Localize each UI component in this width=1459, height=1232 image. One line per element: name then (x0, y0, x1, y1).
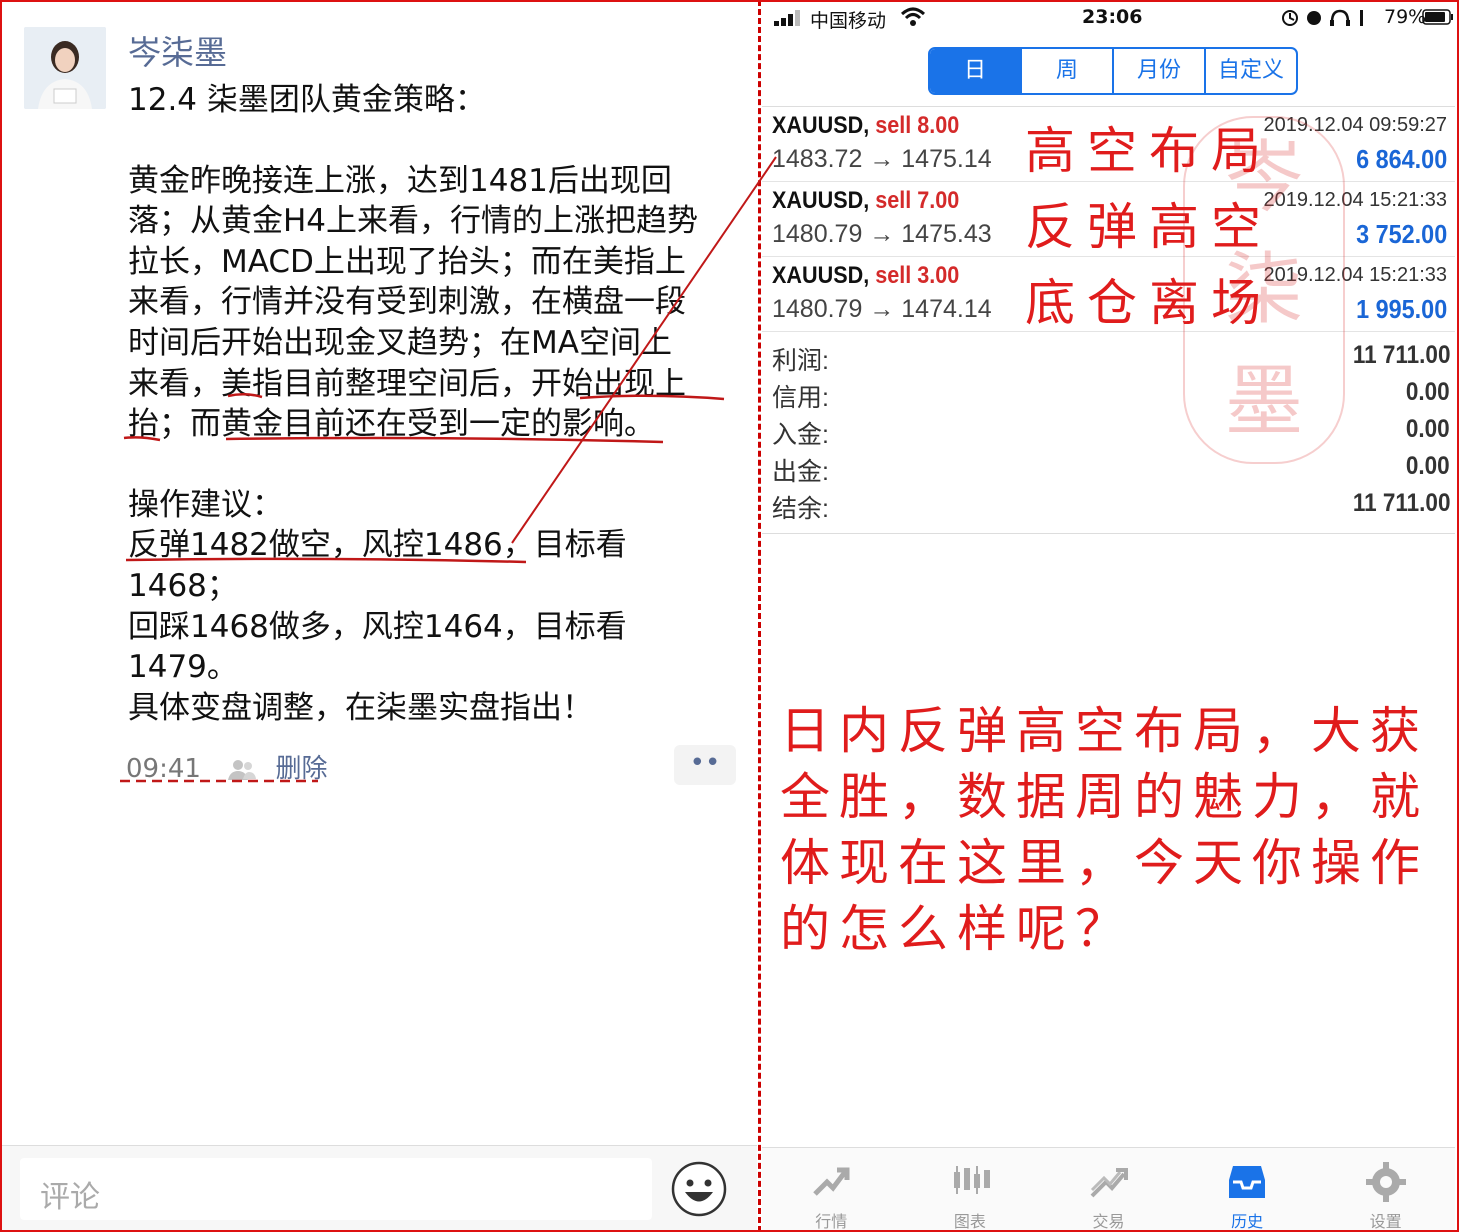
post-blank-line (128, 445, 748, 485)
post-line: 1479。 (128, 649, 238, 686)
more-button[interactable]: •• (674, 745, 736, 785)
trade-side: sell 7.00 (875, 187, 960, 214)
wifi-icon (900, 7, 926, 26)
account-summary: 利润: 11 711.00 信用: 0.00 入金: 0.00 出金: 0.00 结余: 11 7… (772, 341, 1450, 526)
comment-placeholder: 评论 (40, 1180, 100, 1215)
comment-input[interactable]: 评论 (20, 1158, 652, 1220)
trade-symbol: XAUUSD, sell 3.00 (772, 262, 959, 290)
post-line: 回踩1468做多，风控1464，目标看 (128, 608, 627, 645)
post-line: 反弹1482做空，风控1486，目标看 (128, 527, 627, 564)
summary-value: 0.00 (1406, 452, 1450, 480)
side-annotation-line: 底仓离场 (1025, 274, 1273, 332)
summary-separator (762, 533, 1455, 534)
summary-label: 结余: (772, 495, 829, 523)
avatar[interactable] (24, 27, 106, 109)
tab-label: 交易 (1092, 1212, 1125, 1231)
summary-label: 利润: (772, 347, 829, 375)
social-post-pane: 岑柒墨 12.4 柒墨团队黄金策略： 黄金昨晚接连上涨，达到1481后出现回 落；从… (0, 0, 757, 1232)
post-meta: 09:41 删除 (126, 748, 327, 785)
tab-label: 设置 (1369, 1212, 1402, 1231)
bottom-tab-bar: 行情 图表 交易 历史 设置 (762, 1147, 1455, 1231)
symbol-text: XAUUSD, (772, 187, 870, 214)
trade-prices: 1480.79 → 1474.14 (772, 295, 992, 323)
period-tab-2[interactable]: 月份 (1112, 49, 1204, 93)
period-tab-0[interactable]: 日 (930, 49, 1020, 93)
tab-label: 历史 (1231, 1212, 1264, 1231)
status-icons (1282, 9, 1363, 26)
battery-icon (1422, 9, 1453, 25)
post-line: 1468； (128, 567, 238, 604)
trade-prices: 1480.79 → 1475.43 (772, 220, 992, 248)
tab-settings[interactable]: 设置 (1316, 1148, 1455, 1231)
post-line: 拉长，MACD上出现了抬头；而在美指上 (128, 243, 686, 280)
summary-row: 利润: 11 711.00 (772, 341, 1450, 378)
period-tab-1[interactable]: 周 (1020, 49, 1112, 93)
trade-profit: 3 752.00 (1355, 219, 1447, 249)
post-line: 操作建议： (128, 486, 283, 523)
summary-value: 0.00 (1406, 378, 1450, 406)
battery-percent: 79% (1384, 6, 1427, 28)
post-body: 12.4 柒墨团队黄金策略： 黄金昨晚接连上涨，达到1481后出现回 落；从黄金H4… (128, 80, 748, 728)
post-line: 黄金昨晚接连上涨，达到1481后出现回 (128, 162, 672, 199)
period-segmented-control: 日周月份 自定义 (928, 47, 1298, 95)
post-username[interactable]: 岑柒墨 (128, 26, 227, 74)
side-annotation: 高空布局 反弹高空 底仓离场 (1025, 113, 1273, 341)
trade-side: sell 3.00 (875, 262, 960, 289)
post-time: 09:41 (126, 754, 201, 784)
side-annotation-line: 反弹高空 (1025, 198, 1273, 256)
summary-label: 信用: (772, 384, 829, 412)
symbol-text: XAUUSD, (772, 262, 870, 289)
clock: 23:06 (1082, 6, 1143, 28)
summary-value: 0.00 (1406, 415, 1450, 443)
post-line: 12.4 柒墨团队黄金策略： (128, 82, 486, 118)
summary-value: 11 711.00 (1352, 341, 1450, 369)
summary-row: 结余: 11 711.00 (772, 489, 1450, 526)
carrier-name: 中国移动 (810, 10, 887, 32)
trade-symbol: XAUUSD, sell 8.00 (772, 112, 959, 140)
post-line: 来看，行情并没有受到刺激，在横盘一段 (128, 284, 686, 321)
emoji-icon[interactable] (671, 1161, 727, 1217)
post-line: 落；从黄金H4上来看，行情的上涨把趋势 (128, 203, 699, 240)
tab-label: 图表 (953, 1212, 986, 1231)
tab-label: 行情 (815, 1212, 848, 1231)
delete-link[interactable]: 删除 (275, 754, 327, 784)
post-blank-line (128, 121, 748, 161)
tab-quotes[interactable]: 行情 (762, 1148, 901, 1231)
post-line: 具体变盘调整，在柒墨实盘指出！ (128, 689, 593, 726)
post-line: 抬；而黄金目前还在受到一定的影响。 (128, 406, 655, 443)
trade-profit: 6 864.00 (1355, 144, 1447, 174)
summary-label: 出金: (772, 458, 829, 486)
summary-row: 信用: 0.00 (772, 378, 1450, 415)
friends-icon (228, 759, 257, 780)
trade-side: sell 8.00 (875, 112, 960, 139)
post-line: 时间后开始出现金叉趋势；在MA空间上 (128, 324, 672, 361)
post-line: 来看，美指目前整理空间后，开始出现上 (128, 365, 686, 402)
status-bar: 中国移动 23:06 79% (762, 0, 1457, 36)
symbol-text: XAUUSD, (772, 112, 870, 139)
comment-bar: 评论 (0, 1145, 757, 1231)
pane-divider (758, 0, 761, 1232)
signal-icon (774, 10, 800, 26)
summary-value: 11 711.00 (1352, 489, 1450, 517)
tab-trade[interactable]: 交易 (1039, 1148, 1178, 1231)
period-tab-3[interactable]: 自定义 (1204, 49, 1296, 93)
side-annotation-line: 高空布局 (1025, 122, 1273, 180)
trade-symbol: XAUUSD, sell 7.00 (772, 187, 959, 215)
summary-row: 入金: 0.00 (772, 415, 1450, 452)
summary-row: 出金: 0.00 (772, 452, 1450, 489)
tab-chart[interactable]: 图表 (901, 1148, 1040, 1231)
seal-char: 墨 (1224, 357, 1303, 447)
main-annotation: 日内反弹高空布局，大获全胜，数据周的魅力，就体现在这里，今天你操作的怎么样呢？ (780, 702, 1429, 958)
summary-label: 入金: (772, 421, 829, 449)
trade-prices: 1483.72 → 1475.14 (772, 145, 992, 173)
tab-history[interactable]: 历史 (1178, 1148, 1317, 1231)
trade-profit: 1 995.00 (1355, 294, 1447, 324)
